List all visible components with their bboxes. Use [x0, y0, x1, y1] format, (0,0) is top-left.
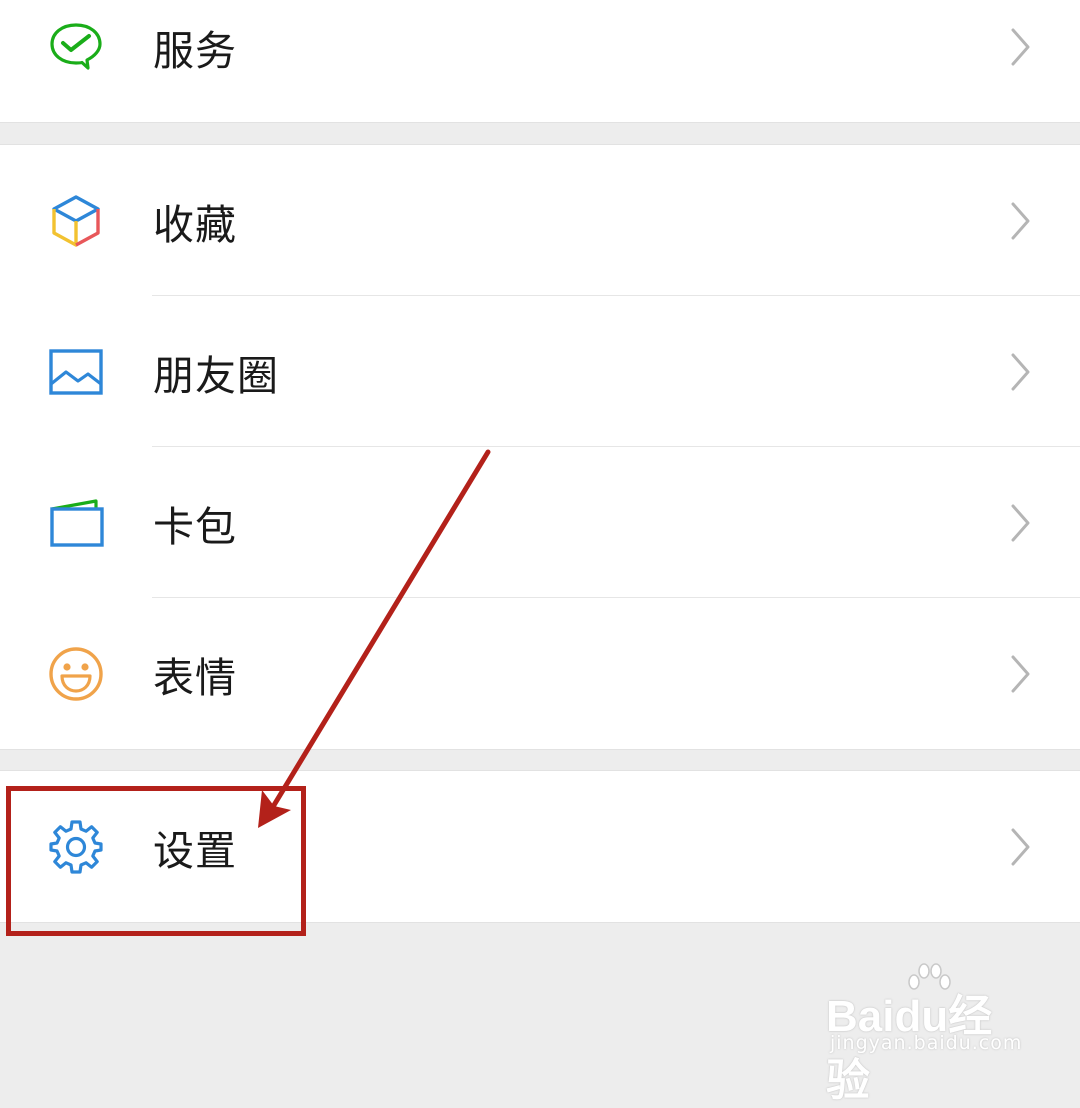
- menu-label-cards: 卡包: [153, 502, 237, 551]
- chevron-right-icon: [1010, 27, 1032, 67]
- cube-icon: [48, 193, 104, 249]
- watermark-url: jingyan.baidu.com: [830, 1032, 1023, 1054]
- menu-item-stickers[interactable]: 表情: [0, 598, 1080, 749]
- menu-item-cards[interactable]: 卡包: [0, 447, 1080, 598]
- menu-group-services: 服务: [0, 0, 1080, 123]
- smile-icon: [48, 646, 104, 702]
- menu-group-main: 收藏 朋友圈 卡包 表情: [0, 144, 1080, 750]
- highlight-box: [6, 786, 306, 936]
- picture-icon: [48, 344, 104, 400]
- watermark: Baidu经验 jingyan.baidu.com: [826, 962, 1026, 1105]
- menu-label-favorites: 收藏: [153, 200, 237, 249]
- wechat-pay-icon: [48, 19, 104, 75]
- menu-label-moments: 朋友圈: [153, 351, 279, 400]
- chevron-right-icon: [1010, 654, 1032, 694]
- chevron-right-icon: [1010, 201, 1032, 241]
- menu-item-favorites[interactable]: 收藏: [0, 145, 1080, 296]
- wallet-icon: [48, 495, 104, 551]
- chevron-right-icon: [1010, 503, 1032, 543]
- menu-item-moments[interactable]: 朋友圈: [0, 296, 1080, 447]
- menu-label-stickers: 表情: [153, 653, 237, 702]
- menu-label-services: 服务: [153, 26, 237, 75]
- menu-item-services[interactable]: 服务: [0, 0, 1080, 122]
- chevron-right-icon: [1010, 827, 1032, 867]
- chevron-right-icon: [1010, 352, 1032, 392]
